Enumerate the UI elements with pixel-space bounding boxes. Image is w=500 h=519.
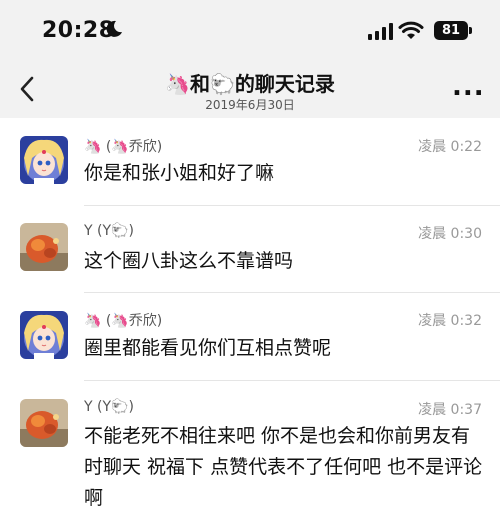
sender-name: 🦄 (🦄乔欣) <box>84 313 163 329</box>
cat-avatar-image <box>20 399 68 447</box>
message-item: Y (Y🐑) 凌晨 0:37 不能老死不相往来吧 你不是也会和你前男友有时聊天 … <box>0 381 500 519</box>
message-text: 这个圈八卦这么不靠谱吗 <box>84 250 294 272</box>
sender-name: Y (Y🐑) <box>84 399 134 415</box>
status-bar: 20:28 81 <box>0 0 500 62</box>
status-time: 20:28 <box>42 18 115 43</box>
sailor-moon-avatar-image <box>20 136 68 184</box>
message-time: 凌晨 0:32 <box>418 313 482 329</box>
cat-avatar-image <box>20 223 68 271</box>
message-time: 凌晨 0:30 <box>418 226 482 242</box>
sailor-moon-avatar[interactable] <box>20 311 68 359</box>
cat-avatar[interactable] <box>20 223 68 271</box>
message-time: 凌晨 0:22 <box>418 139 482 155</box>
battery-indicator: 81 <box>434 21 472 40</box>
sailor-moon-avatar-image <box>20 311 68 359</box>
moon-icon <box>106 20 122 37</box>
chat-title: 🦄和🐑的聊天记录 <box>165 72 335 96</box>
message-text: 你是和张小姐和好了嘛 <box>84 162 275 184</box>
message-item: Y (Y🐑) 凌晨 0:30 这个圈八卦这么不靠谱吗 <box>0 206 500 292</box>
message-text: 不能老死不相往来吧 你不是也会和你前男友有时聊天 祝福下 点赞代表不了任何吧 也… <box>84 425 483 509</box>
sender-name: Y (Y🐑) <box>84 223 134 239</box>
message-item: 🦄 (🦄乔欣) 凌晨 0:32 圈里都能看见你们互相点赞呢 <box>0 293 500 381</box>
wifi-icon <box>398 21 424 39</box>
chat-date: 2019年6月30日 <box>205 98 295 112</box>
cat-avatar[interactable] <box>20 399 68 447</box>
message-time: 凌晨 0:37 <box>418 402 482 418</box>
more-options-button[interactable]: ... <box>452 74 485 100</box>
signal-icon <box>368 22 393 40</box>
message-text: 圈里都能看见你们互相点赞呢 <box>84 337 332 359</box>
top-bar: 20:28 81 🦄和🐑的聊天记录 2019年6月30日 ... <box>0 0 500 118</box>
sender-name: 🦄 (🦄乔欣) <box>84 139 163 155</box>
sailor-moon-avatar[interactable] <box>20 136 68 184</box>
message-item: 🦄 (🦄乔欣) 凌晨 0:22 你是和张小姐和好了嘛 <box>0 118 500 206</box>
